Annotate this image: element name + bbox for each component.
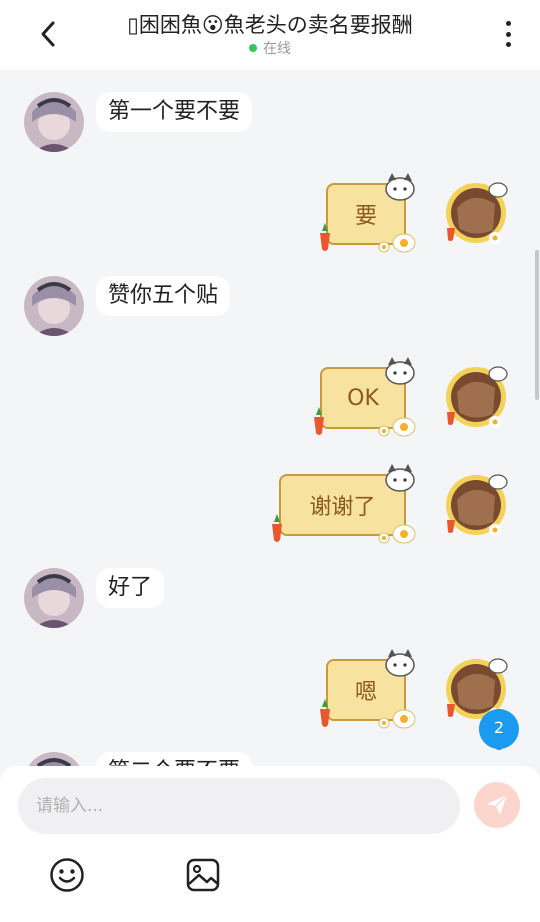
emoji-button[interactable]	[49, 857, 85, 893]
message-bubble[interactable]: 赞你五个贴	[96, 276, 231, 316]
chat-title: ▯困困魚😮魚老头の卖名要报酬	[127, 13, 413, 37]
online-dot	[249, 44, 257, 52]
my-avatar-image	[446, 182, 508, 244]
message-text: OK	[347, 385, 379, 411]
my-avatar[interactable]	[443, 472, 509, 538]
message-text: 谢谢了	[309, 495, 376, 520]
message-bubble[interactable]: 第一个要不要	[96, 92, 253, 132]
my-avatar-image	[446, 474, 508, 536]
avatar-image	[24, 568, 84, 628]
message-text: 要	[354, 204, 377, 229]
my-avatar-image	[446, 366, 508, 428]
avatar[interactable]	[24, 568, 84, 628]
more-dot	[505, 42, 511, 47]
online-status-text: 在线	[263, 41, 291, 57]
message-input[interactable]	[18, 778, 460, 834]
chat-header: ▯困困魚😮魚老头の卖名要报酬 在线	[0, 0, 540, 70]
emoji-icon	[50, 858, 84, 892]
send-icon	[487, 794, 508, 815]
scrollbar[interactable]	[535, 250, 539, 400]
more-options-button[interactable]	[498, 18, 518, 50]
avatar-image	[24, 92, 84, 152]
send-button[interactable]	[474, 782, 520, 828]
unread-count-badge[interactable]: 2	[478, 708, 520, 752]
image-button[interactable]	[185, 857, 221, 893]
avatar[interactable]	[24, 92, 84, 152]
my-avatar[interactable]	[443, 180, 509, 246]
my-avatar[interactable]	[443, 364, 509, 430]
online-status: 在线	[0, 38, 540, 58]
message-list[interactable]: 第一个要不要 要 赞你五个贴 OK 谢谢了 好了 嗯	[0, 70, 540, 770]
message-bubble[interactable]: 好了	[96, 568, 165, 608]
unread-count: 2	[493, 718, 505, 737]
message-text: 嗯	[354, 680, 377, 705]
more-vertical-icon	[505, 21, 511, 26]
more-dot	[505, 31, 511, 37]
composer-panel	[0, 766, 540, 922]
avatar[interactable]	[24, 276, 84, 336]
image-icon	[186, 858, 220, 892]
avatar-image	[24, 276, 84, 336]
